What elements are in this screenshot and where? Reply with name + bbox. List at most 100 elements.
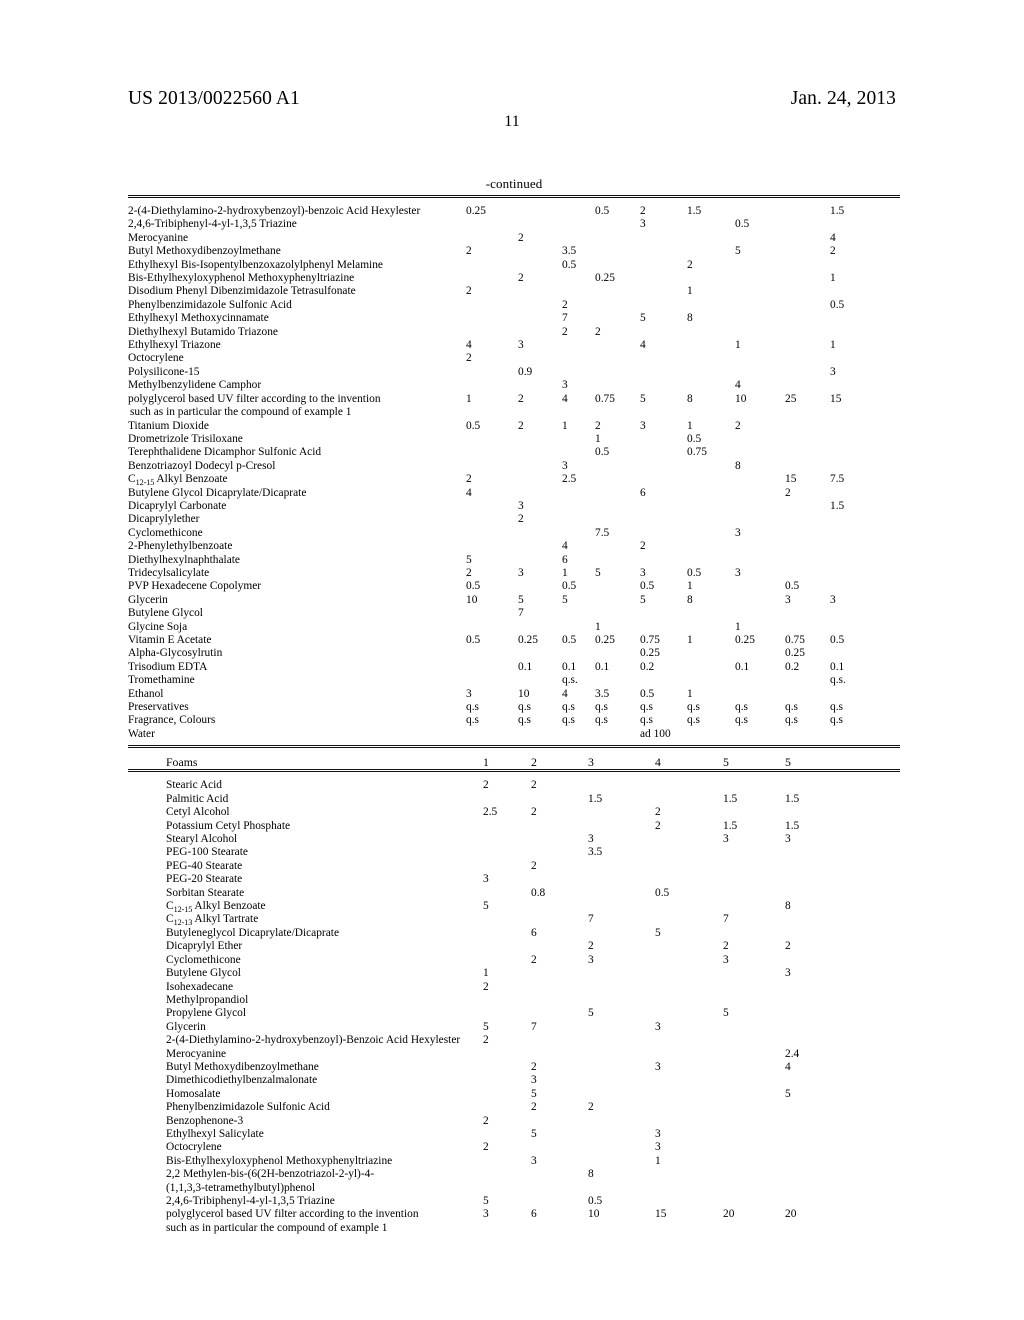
table-cell-value	[785, 913, 900, 926]
table-cell-value	[588, 1021, 655, 1034]
table-cell-value	[640, 527, 687, 540]
table-cell-value	[735, 285, 785, 298]
table-cell-value: 3	[518, 339, 524, 352]
table-cell-value	[687, 232, 735, 245]
row-label: Octocrylene	[128, 352, 184, 365]
table-cell-value	[588, 779, 655, 792]
row-label: Vitamin E Acetate	[128, 634, 212, 646]
table-cell-value	[483, 1061, 531, 1074]
table-cell-value	[518, 259, 562, 272]
patent-page: US 2013/0022560 A1 Jan. 24, 2013 11 -con…	[0, 0, 1024, 1320]
table-cell-value	[562, 500, 595, 513]
table-cell-value	[830, 446, 900, 459]
table-cell-value	[595, 513, 640, 526]
table-cell-value	[655, 913, 723, 926]
row-label: 2-Phenylethylbenzoate	[128, 540, 233, 553]
table-cell-value: 5	[735, 245, 741, 258]
foams-col-2: 2	[531, 755, 537, 769]
table-cell-value: 1	[830, 339, 836, 352]
row-label: Glycerin	[128, 593, 168, 606]
table-cell-value	[785, 500, 830, 513]
table-row: Ethylhexyl Salicylate 5 3	[128, 1128, 900, 1141]
table-cell-value	[640, 379, 687, 392]
table-cell-value	[595, 728, 640, 741]
table-cell-value: 7	[588, 913, 594, 926]
table-cell-value	[723, 994, 785, 1007]
table-cell-value	[830, 728, 900, 741]
table-cell-value: 0.1	[595, 660, 610, 673]
row-label: Merocyanine	[166, 1047, 227, 1060]
table-cell-value	[785, 352, 830, 365]
table-cell-value	[466, 232, 518, 245]
table-cell-value	[655, 1195, 723, 1208]
table-cell-value: 2	[830, 245, 836, 258]
table-cell-value: 2	[483, 980, 489, 993]
table-cell-value: 5	[562, 593, 568, 606]
table-row: Vitamin E Acetate 0.5 0.25 0.5 0.25 0.75 1 0.25…	[128, 634, 900, 647]
row-label: Cetyl Alcohol	[166, 806, 230, 819]
table-cell-value: 6	[531, 926, 537, 939]
table-cell-value	[595, 366, 640, 379]
table-cell-value: 3	[723, 953, 729, 966]
table-cell-value	[723, 1034, 785, 1047]
table-cell-value: 1	[655, 1154, 661, 1167]
table-cell-value	[785, 981, 900, 994]
table-cell-value	[466, 540, 518, 553]
table-cell-value	[830, 352, 900, 365]
table-cell-value	[531, 981, 588, 994]
table-cell-value	[785, 339, 830, 352]
row-label: Dicaprylyl Carbonate	[128, 499, 227, 512]
row-label: Tromethamine	[128, 674, 195, 687]
table-cell-value: 0.2	[785, 660, 800, 673]
table-cell-value	[785, 1128, 900, 1141]
table-cell-value	[735, 433, 785, 446]
table-cell-value	[595, 460, 640, 473]
table-cell-value	[723, 873, 785, 886]
table-cell-value: 3	[735, 526, 741, 539]
table-cell-value	[687, 500, 735, 513]
table-cell-value: 0.5	[466, 419, 481, 432]
table-cell-value	[483, 793, 531, 806]
table-row: Butyl Methoxydibenzoylmethane 2 3.5 5 2	[128, 245, 900, 258]
table-cell-value: 10	[518, 687, 530, 700]
table-cell-value	[588, 860, 655, 873]
carbon-chain-subscript: 12-15	[135, 477, 155, 487]
table-cell-value: 0.5	[785, 580, 800, 593]
foams-table-body: Stearic Acid 2 2 Palmitic Acid 1.5 1.5 1.5 Cety…	[128, 779, 900, 1235]
table-cell-value	[687, 674, 735, 687]
table-cell-value	[723, 981, 785, 994]
row-label: Isohexadecane	[166, 980, 234, 993]
table-row: Bis-Ethylhexyloxyphenol Methoxyphenyltri…	[128, 1155, 900, 1168]
table-cell-value	[640, 433, 687, 446]
table-cell-value	[595, 607, 640, 620]
table-cell-value	[531, 1222, 588, 1235]
table-cell-value: 4	[735, 379, 741, 392]
table-cell-value: 1	[687, 419, 693, 432]
table-row: Isohexadecane 2	[128, 981, 900, 994]
table-row: Water ad 100	[128, 728, 900, 741]
page-number: 11	[504, 113, 520, 130]
table-cell-value: 2	[588, 1101, 594, 1114]
table-cell-value: 0.9	[518, 365, 533, 378]
table-row: Ethylhexyl Triazone 4 3 4 1 1	[128, 339, 900, 352]
table-cell-value	[588, 981, 655, 994]
row-label: 2,4,6-Tribiphenyl-4-yl-1,3,5 Triazine	[128, 218, 297, 231]
table-cell-value	[687, 272, 735, 285]
table-row: Butylene Glycol 1 3	[128, 967, 900, 980]
table-cell-value	[735, 473, 785, 486]
table-row-continuation: (1,1,3,3-tetramethylbutyl)phenol	[128, 1182, 900, 1195]
table-cell-value	[518, 674, 562, 687]
table-cell-value: 2	[518, 272, 524, 285]
table-cell-value	[562, 527, 595, 540]
row-label: Ethylhexyl Salicylate	[166, 1127, 264, 1140]
table-cell-value: 0.2	[640, 660, 655, 673]
continued-table-body: 2-(4-Diethylamino-2-hydroxybenzoyl)-benz…	[128, 205, 900, 741]
table-cell-value: 0.5	[655, 886, 670, 899]
table-cell-value: 0.25	[466, 205, 486, 217]
table-cell-value: 15	[655, 1208, 667, 1221]
continued-caption: -continued	[485, 176, 543, 191]
table-cell-value	[562, 232, 595, 245]
table-cell-value	[785, 205, 830, 218]
table-cell-value	[562, 272, 595, 285]
carbon-chain-subscript: 12-15	[173, 904, 193, 914]
